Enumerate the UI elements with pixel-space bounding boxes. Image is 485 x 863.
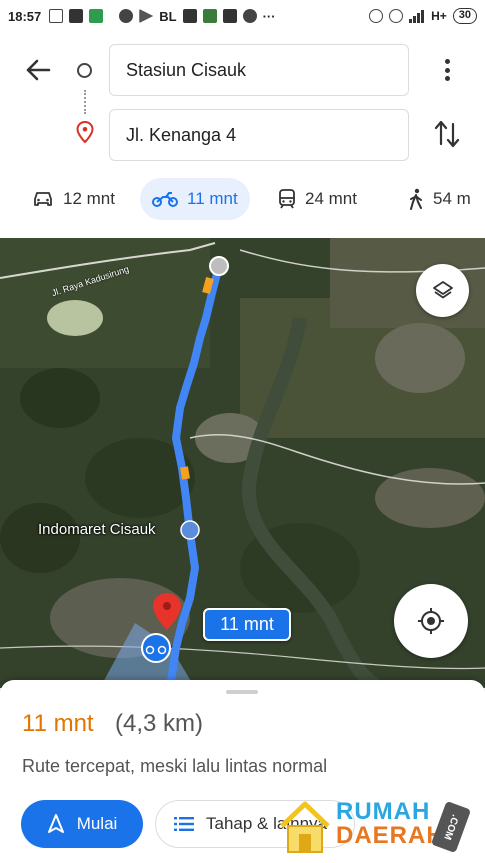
map-view[interactable]: Jl. Raya Kadusirung Indomaret Cisauk 11 … xyxy=(0,238,485,688)
origin-marker-icon xyxy=(77,63,92,78)
app-icon xyxy=(89,9,104,23)
origin-input[interactable]: Stasiun Cisauk xyxy=(109,44,409,96)
my-location-button[interactable] xyxy=(394,584,468,658)
battery-indicator: 30 xyxy=(452,8,477,24)
mode-driving[interactable]: 12 mnt xyxy=(20,178,127,220)
route-distance: (4,3 km) xyxy=(115,710,204,737)
more-options-button[interactable] xyxy=(437,56,457,84)
bl-indicator: BL xyxy=(159,8,177,24)
mode-walking-label: 54 m xyxy=(433,189,471,208)
car-icon xyxy=(34,192,52,206)
destination-pin-icon xyxy=(76,121,94,143)
mode-walking[interactable]: 54 m xyxy=(396,178,483,220)
route-connector xyxy=(84,90,86,114)
navigation-arrow-icon xyxy=(47,814,64,833)
mode-motorcycle[interactable]: 11 mnt xyxy=(140,178,250,220)
status-bar: 18:57 BL ··· H+ 30 xyxy=(0,0,485,32)
swap-directions-button[interactable] xyxy=(432,118,462,150)
walk-icon xyxy=(410,188,422,210)
layers-button[interactable] xyxy=(416,264,469,317)
twitter-icon xyxy=(242,9,257,23)
alarm-off-icon xyxy=(389,9,404,23)
status-time: 18:57 xyxy=(8,8,42,24)
watermark-line2: DAERAH xyxy=(336,822,445,849)
network-type: H+ xyxy=(431,9,447,23)
do-not-disturb-icon xyxy=(119,9,134,23)
mode-motorcycle-label: 11 mnt xyxy=(187,189,238,208)
transit-icon xyxy=(279,189,295,209)
gallery-icon xyxy=(49,9,64,23)
motorcycle-icon xyxy=(152,192,178,207)
route-description: Rute tercepat, meski lalu lintas normal xyxy=(22,756,328,776)
more-vert-icon xyxy=(444,59,450,64)
watermark-badge: .COM xyxy=(430,800,472,854)
sheet-drag-handle[interactable] xyxy=(226,690,258,694)
youtube-icon-2 xyxy=(222,9,237,23)
arrow-back-icon xyxy=(26,59,51,81)
hotspot-icon xyxy=(369,9,384,23)
facebook-icon xyxy=(69,9,84,23)
maps-icon xyxy=(202,9,217,23)
route-time-chip[interactable]: 11 mnt xyxy=(203,608,291,641)
mode-driving-label: 12 mnt xyxy=(63,189,115,208)
layers-icon xyxy=(432,280,453,298)
destination-input[interactable]: Jl. Kenanga 4 xyxy=(109,109,409,161)
signal-icon xyxy=(409,9,425,23)
my-location-icon xyxy=(418,608,444,634)
mode-transit-label: 24 mnt xyxy=(305,189,357,208)
route-duration: 11 mnt xyxy=(22,710,94,737)
place-label: Indomaret Cisauk xyxy=(38,521,156,538)
watermark: RUMAH DAERAH .COM xyxy=(278,798,478,858)
origin-text: Stasiun Cisauk xyxy=(126,59,247,80)
destination-text: Jl. Kenanga 4 xyxy=(126,124,237,145)
more-notifications-icon: ··· xyxy=(262,8,276,24)
route-time-text: 11 mnt xyxy=(220,614,274,634)
play-icon xyxy=(139,9,154,23)
house-logo-icon xyxy=(280,801,330,853)
list-icon xyxy=(174,817,194,831)
youtube-icon xyxy=(182,9,197,23)
start-navigation-button[interactable]: Mulai xyxy=(21,800,143,848)
start-button-label: Mulai xyxy=(76,814,118,833)
back-button[interactable] xyxy=(22,54,54,86)
mode-transit[interactable]: 24 mnt xyxy=(266,178,369,220)
